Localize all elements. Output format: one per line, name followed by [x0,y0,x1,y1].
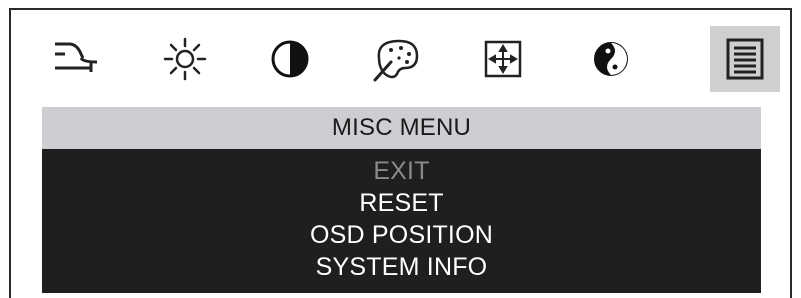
brightness-icon[interactable] [152,26,218,92]
menu-item-reset[interactable]: RESET [42,187,761,219]
menu-item-osd-position[interactable]: OSD POSITION [42,219,761,251]
menu-title: MISC MENU [42,107,761,149]
input-select-icon[interactable] [44,26,110,92]
contrast-icon[interactable] [257,26,323,92]
misc-menu-list: EXIT RESET OSD POSITION SYSTEM INFO [42,149,761,293]
color-temperature-icon[interactable] [578,26,644,92]
osd-icon-bar [44,26,784,92]
position-icon[interactable] [470,26,536,92]
menu-item-exit[interactable]: EXIT [42,155,761,187]
misc-menu-icon[interactable] [710,26,780,92]
color-palette-icon[interactable] [364,26,430,92]
menu-item-system-info[interactable]: SYSTEM INFO [42,251,761,283]
